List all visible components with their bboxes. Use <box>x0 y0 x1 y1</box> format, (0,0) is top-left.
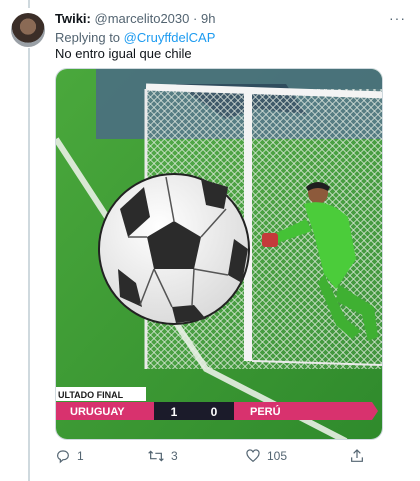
away-score: 0 <box>211 405 218 419</box>
timestamp[interactable]: 9h <box>201 11 215 26</box>
avatar[interactable] <box>11 13 45 47</box>
away-team: PERÚ <box>250 405 281 418</box>
replying-to: Replying to @CruyffdelCAP <box>55 30 215 45</box>
more-options-button[interactable]: ··· <box>389 10 406 26</box>
separator-dot: · <box>193 11 198 26</box>
thread-line-top <box>28 0 30 8</box>
share-button[interactable] <box>349 448 365 464</box>
reply-to-link[interactable]: @CruyffdelCAP <box>124 30 216 45</box>
retweet-icon <box>148 450 164 462</box>
reply-icon <box>57 450 69 464</box>
reply-button[interactable]: 1 <box>55 448 84 464</box>
scoreboard-label: ULTADO FINAL <box>58 390 124 400</box>
image-canvas: ULTADO FINAL URUGUAY 1 0 PERÚ <box>56 69 382 439</box>
like-icon <box>246 449 260 463</box>
share-icon <box>351 449 363 462</box>
display-name[interactable]: Twiki <box>55 11 87 26</box>
like-count: 105 <box>267 449 288 463</box>
home-score: 1 <box>171 405 178 419</box>
thread-line <box>28 48 30 481</box>
name-separator: : <box>86 11 91 26</box>
soccer-ball-icon <box>98 173 250 325</box>
retweet-count: 3 <box>171 449 178 463</box>
tweet-text: No entro igual que chile <box>55 46 192 61</box>
user-handle[interactable]: @marcelito2030 <box>95 11 190 26</box>
tweet-image[interactable]: ULTADO FINAL URUGUAY 1 0 PERÚ <box>55 68 383 440</box>
tweet-header: Twiki: @marcelito2030 · 9h <box>55 11 215 26</box>
reply-count: 1 <box>77 449 84 463</box>
like-button[interactable]: 105 <box>245 448 287 464</box>
tweet-actions: 1 3 105 <box>55 448 375 468</box>
replying-to-label: Replying to <box>55 30 121 45</box>
home-team: URUGUAY <box>70 406 125 418</box>
retweet-button[interactable]: 3 <box>147 448 178 464</box>
